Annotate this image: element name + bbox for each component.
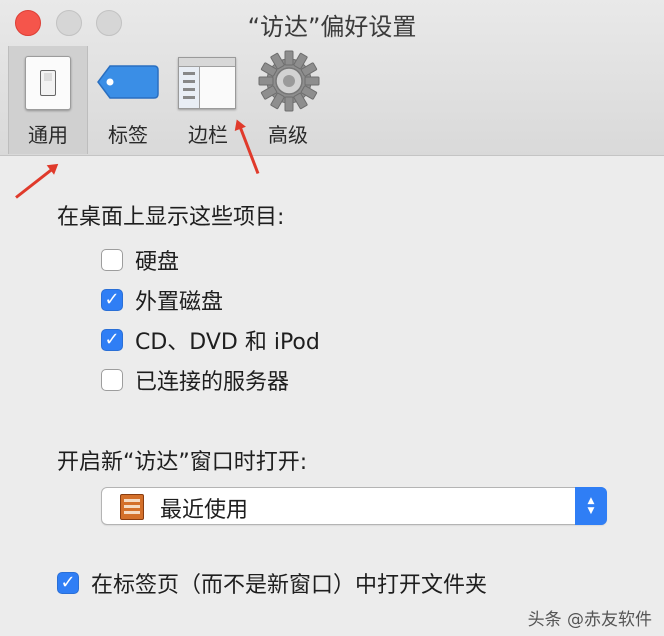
checkbox-row-connected-servers[interactable]: 已连接的服务器 — [101, 365, 289, 395]
open-in-tabs-checkbox[interactable]: ✓ — [57, 572, 79, 594]
tab-general[interactable]: 通用 — [8, 46, 88, 154]
connected-servers-checkbox[interactable] — [101, 369, 123, 391]
select-value: 最近使用 — [160, 498, 249, 523]
checkbox-row-external-disks[interactable]: ✓ 外置磁盘 — [101, 285, 223, 315]
select-stepper-icon[interactable]: ▲ ▼ — [575, 487, 607, 525]
checkbox-label: 外置磁盘 — [135, 290, 224, 315]
checkbox-row-cds-dvds-ipods[interactable]: ✓ CD、DVD 和 iPod — [101, 325, 320, 355]
recents-book-icon — [120, 494, 144, 520]
window-title: “访达”偏好设置 — [247, 13, 417, 41]
checkmark-icon: ✓ — [104, 329, 120, 350]
cds-dvds-ipods-checkbox[interactable]: ✓ — [101, 329, 123, 351]
checkbox-row-open-in-tabs[interactable]: ✓ 在标签页（而不是新窗口）中打开文件夹 — [57, 568, 487, 598]
tab-tags-label: 标签 — [108, 123, 148, 147]
checkbox-row-hard-disks[interactable]: 硬盘 — [101, 245, 179, 275]
checkbox-label: CD、DVD 和 iPod — [135, 330, 320, 355]
tab-sidebar[interactable]: 边栏 — [170, 46, 246, 154]
hard-disks-checkbox[interactable] — [101, 249, 123, 271]
annotation-arrow-general — [15, 166, 55, 199]
light-switch-icon — [25, 56, 71, 110]
finder-preferences-window: “访达”偏好设置 通用 标签 边栏 高级 在桌面上显示这些项目: 硬盘 ✓ 外置… — [0, 0, 664, 636]
new-window-heading: 开启新“访达”窗口时打开: — [57, 450, 308, 475]
tab-advanced-label: 高级 — [268, 123, 308, 147]
sidebar-window-icon — [178, 57, 236, 109]
checkbox-label: 已连接的服务器 — [135, 370, 290, 395]
checkmark-icon: ✓ — [104, 289, 120, 310]
watermark: 头条 @赤友软件 — [527, 610, 652, 630]
desktop-items-heading: 在桌面上显示这些项目: — [57, 205, 285, 230]
checkmark-icon: ✓ — [60, 572, 76, 593]
checkbox-label: 在标签页（而不是新窗口）中打开文件夹 — [91, 573, 488, 598]
tag-icon — [97, 65, 159, 99]
external-disks-checkbox[interactable]: ✓ — [101, 289, 123, 311]
tab-general-label: 通用 — [28, 123, 68, 147]
tab-tags[interactable]: 标签 — [92, 46, 164, 154]
gear-icon — [258, 50, 320, 112]
tab-advanced[interactable]: 高级 — [250, 46, 326, 154]
toolbar-divider — [0, 155, 664, 156]
toolbar: “访达”偏好设置 通用 标签 边栏 高级 — [0, 0, 664, 156]
checkbox-label: 硬盘 — [135, 250, 180, 275]
new-window-location-select[interactable]: 最近使用 ▲ ▼ — [101, 487, 607, 525]
